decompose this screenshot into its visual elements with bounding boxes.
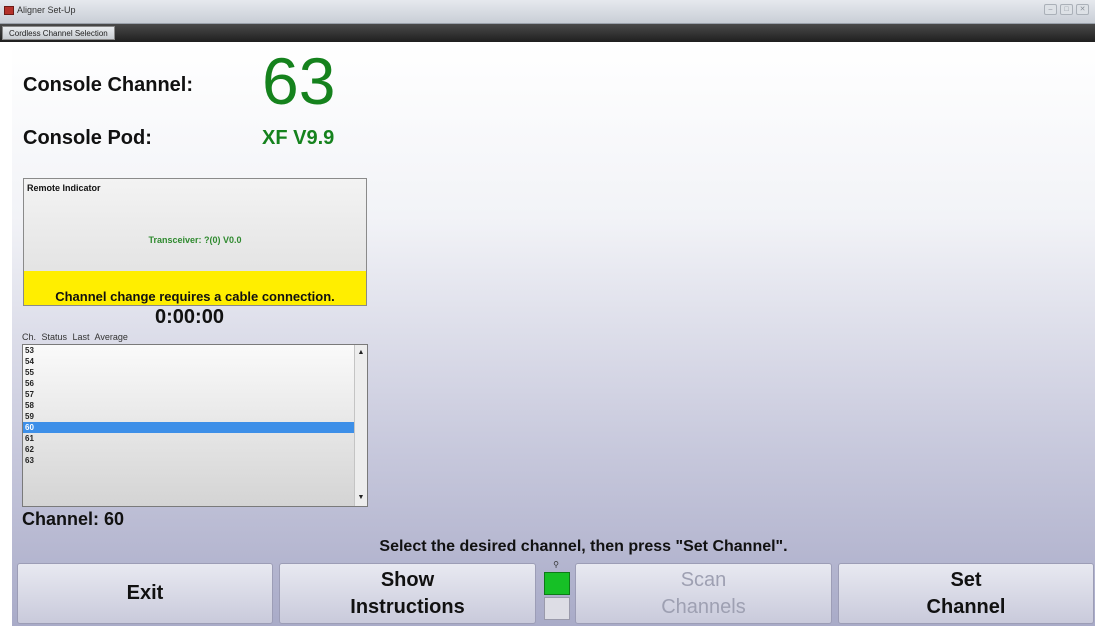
timer-display: 0:00:00 bbox=[155, 306, 224, 328]
list-item[interactable]: 57 bbox=[23, 389, 367, 400]
transceiver-status: Transceiver: ?(0) V0.0 bbox=[148, 235, 242, 245]
selected-channel-label: Channel: 60 bbox=[22, 509, 125, 529]
window-title: Aligner Set-Up bbox=[17, 5, 76, 15]
list-item[interactable]: 58 bbox=[23, 400, 367, 411]
tab-bar: Cordless Channel Selection bbox=[0, 24, 1095, 42]
main-panel: Console Channel: 63 Console Pod: XF V9.9… bbox=[12, 42, 1095, 626]
magnifier-icon: ⚲ bbox=[553, 560, 559, 569]
app-icon bbox=[4, 6, 14, 15]
warning-text: Channel change requires a cable connecti… bbox=[55, 289, 335, 304]
list-item[interactable]: 61 bbox=[23, 433, 367, 444]
list-item[interactable]: 59 bbox=[23, 411, 367, 422]
set-channel-label: Set Channel bbox=[926, 568, 1006, 618]
instruction-text: Select the desired channel, then press "… bbox=[379, 538, 788, 555]
title-bar: Aligner Set-Up – □ ✕ bbox=[0, 0, 1095, 24]
channel-list[interactable]: 53 54 55 56 57 58 59 60 61 62 63 ▲ ▼ bbox=[22, 344, 368, 507]
list-item[interactable]: 53 bbox=[23, 345, 367, 356]
list-item[interactable]: 55 bbox=[23, 367, 367, 378]
console-pod-value: XF V9.9 bbox=[262, 127, 335, 149]
list-item[interactable]: 63 bbox=[23, 455, 367, 466]
console-pod-label: Console Pod: bbox=[23, 127, 152, 149]
list-item[interactable]: 60 bbox=[23, 422, 367, 433]
list-item[interactable]: 54 bbox=[23, 356, 367, 367]
channel-list-scrollbar[interactable]: ▲ ▼ bbox=[354, 345, 367, 506]
signal-on-light bbox=[544, 572, 570, 595]
scroll-up-arrow-icon[interactable]: ▲ bbox=[355, 347, 367, 359]
scan-channels-button[interactable]: Scan Channels bbox=[575, 563, 832, 624]
tab-cordless-channel-selection[interactable]: Cordless Channel Selection bbox=[2, 26, 115, 40]
minimize-button[interactable]: – bbox=[1044, 4, 1057, 15]
console-channel-label: Console Channel: bbox=[23, 74, 194, 96]
maximize-button[interactable]: □ bbox=[1060, 4, 1073, 15]
show-instructions-label: Show Instructions bbox=[350, 568, 465, 618]
exit-button-label: Exit bbox=[126, 582, 164, 604]
scan-channels-label: Scan Channels bbox=[661, 568, 746, 618]
signal-off-light bbox=[544, 597, 570, 620]
remote-indicator-title: Remote Indicator bbox=[27, 183, 101, 193]
console-channel-value: 63 bbox=[262, 44, 336, 118]
connection-indicator: ⚲ bbox=[542, 560, 570, 622]
show-instructions-button[interactable]: Show Instructions bbox=[279, 563, 536, 624]
scroll-down-arrow-icon[interactable]: ▼ bbox=[355, 492, 367, 504]
channel-list-rows: 53 54 55 56 57 58 59 60 61 62 63 bbox=[23, 345, 367, 466]
channel-list-header: Ch. Status Last Average bbox=[22, 332, 128, 342]
exit-button[interactable]: Exit bbox=[17, 563, 273, 624]
list-item[interactable]: 56 bbox=[23, 378, 367, 389]
close-button[interactable]: ✕ bbox=[1076, 4, 1089, 15]
warning-bar: Channel change requires a cable connecti… bbox=[24, 271, 366, 305]
list-item[interactable]: 62 bbox=[23, 444, 367, 455]
set-channel-button[interactable]: Set Channel bbox=[838, 563, 1094, 624]
remote-indicator-panel: Remote Indicator Transceiver: ?(0) V0.0 … bbox=[23, 178, 367, 306]
window-controls: – □ ✕ bbox=[1044, 4, 1089, 15]
